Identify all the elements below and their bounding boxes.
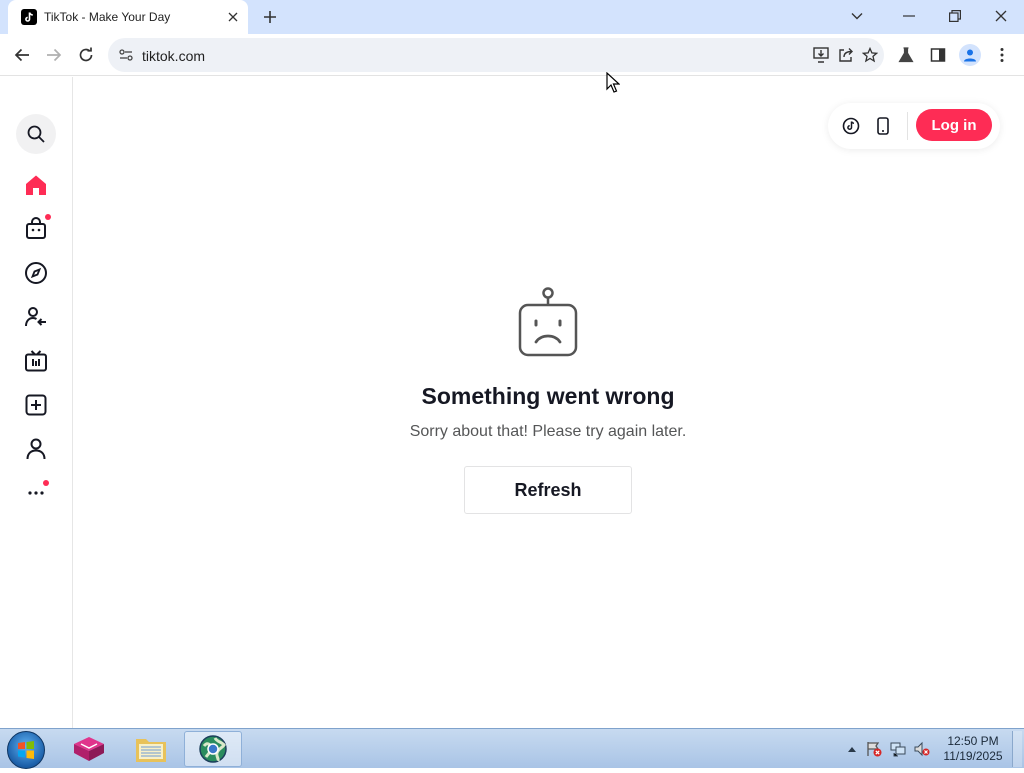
shop-notification-dot xyxy=(45,214,51,220)
browser-menu-icon[interactable] xyxy=(993,46,1011,64)
browser-globe-icon xyxy=(199,735,227,763)
login-button[interactable]: Log in xyxy=(916,109,992,141)
following-icon xyxy=(25,307,46,327)
error-title: Something went wrong xyxy=(421,383,675,409)
url-text[interactable]: tiktok.com xyxy=(142,48,205,64)
new-tab-button[interactable] xyxy=(260,7,280,27)
home-icon xyxy=(26,175,46,195)
tiktok-favicon-icon xyxy=(21,9,37,25)
minimize-button[interactable] xyxy=(898,6,920,26)
tab-search-chevron-icon[interactable] xyxy=(846,6,868,26)
windows-logo-icon xyxy=(18,741,34,759)
taskbar-app-pinned[interactable] xyxy=(60,731,118,767)
reload-button[interactable] xyxy=(74,43,98,67)
search-icon xyxy=(27,125,45,143)
close-window-button[interactable] xyxy=(990,6,1012,26)
more-notification-dot xyxy=(43,480,49,486)
refresh-button[interactable]: Refresh xyxy=(464,466,632,514)
top-actions-bar: Log in xyxy=(828,103,1000,149)
taskbar-file-explorer[interactable] xyxy=(122,731,180,767)
sad-robot-icon xyxy=(518,287,578,357)
folder-icon xyxy=(136,739,166,762)
labs-flask-icon[interactable] xyxy=(897,46,915,64)
site-settings-icon[interactable] xyxy=(118,47,134,63)
browser-tabstrip: TikTok - Make Your Day xyxy=(0,0,1024,34)
person-icon xyxy=(26,438,46,460)
bookmark-star-icon[interactable] xyxy=(861,46,879,64)
side-panel-icon[interactable] xyxy=(929,46,947,64)
divider xyxy=(907,112,908,140)
sidebar-item-profile[interactable] xyxy=(22,435,50,463)
get-app-phone-icon[interactable] xyxy=(873,116,893,136)
windows-taskbar: 12:50 PM 11/19/2025 xyxy=(0,728,1024,769)
compass-icon xyxy=(25,262,47,284)
profile-avatar-icon[interactable] xyxy=(959,44,981,66)
sidebar-item-following[interactable] xyxy=(22,303,50,331)
app-cube-icon xyxy=(74,737,104,761)
sidebar-item-shop[interactable] xyxy=(22,214,51,242)
restore-button[interactable] xyxy=(944,6,966,26)
system-clock[interactable]: 12:50 PM 11/19/2025 xyxy=(938,734,1008,764)
sidebar-item-explore[interactable] xyxy=(22,259,50,287)
clock-time: 12:50 PM xyxy=(947,734,999,748)
show-hidden-icons-icon[interactable] xyxy=(844,741,860,757)
tab-close-icon[interactable] xyxy=(226,10,240,24)
address-bar[interactable]: tiktok.com xyxy=(108,38,884,72)
tiktok-coins-icon[interactable] xyxy=(841,116,861,136)
tab-title: TikTok - Make Your Day xyxy=(44,10,171,24)
network-icon[interactable] xyxy=(890,741,906,757)
action-center-flag-icon[interactable] xyxy=(866,741,882,757)
sidebar-item-more[interactable] xyxy=(22,477,50,505)
volume-muted-icon[interactable] xyxy=(914,741,930,757)
clock-date: 11/19/2025 xyxy=(943,749,1003,763)
tiktok-page: Log in Something went wrong Sorry about … xyxy=(0,77,1024,728)
forward-button[interactable] xyxy=(42,43,66,67)
browser-toolbar: tiktok.com xyxy=(0,34,1024,76)
search-button[interactable] xyxy=(16,114,56,154)
sidebar-item-upload[interactable] xyxy=(22,391,50,419)
mouse-cursor-icon xyxy=(606,72,620,93)
live-tv-icon xyxy=(25,350,47,372)
start-button[interactable] xyxy=(7,731,45,769)
share-icon[interactable] xyxy=(837,46,855,64)
shopping-bag-icon xyxy=(26,217,46,239)
back-button[interactable] xyxy=(10,43,34,67)
error-subtitle: Sorry about that! Please try again later… xyxy=(409,423,687,440)
sidebar-item-live[interactable] xyxy=(22,347,50,375)
browser-tab[interactable]: TikTok - Make Your Day xyxy=(8,0,248,34)
plus-square-icon xyxy=(25,394,47,416)
show-desktop-button[interactable] xyxy=(1012,731,1022,767)
taskbar-chrome[interactable] xyxy=(184,731,242,767)
sidebar-item-home[interactable] xyxy=(22,171,50,199)
sidebar xyxy=(0,77,73,728)
install-app-icon[interactable] xyxy=(813,46,831,64)
